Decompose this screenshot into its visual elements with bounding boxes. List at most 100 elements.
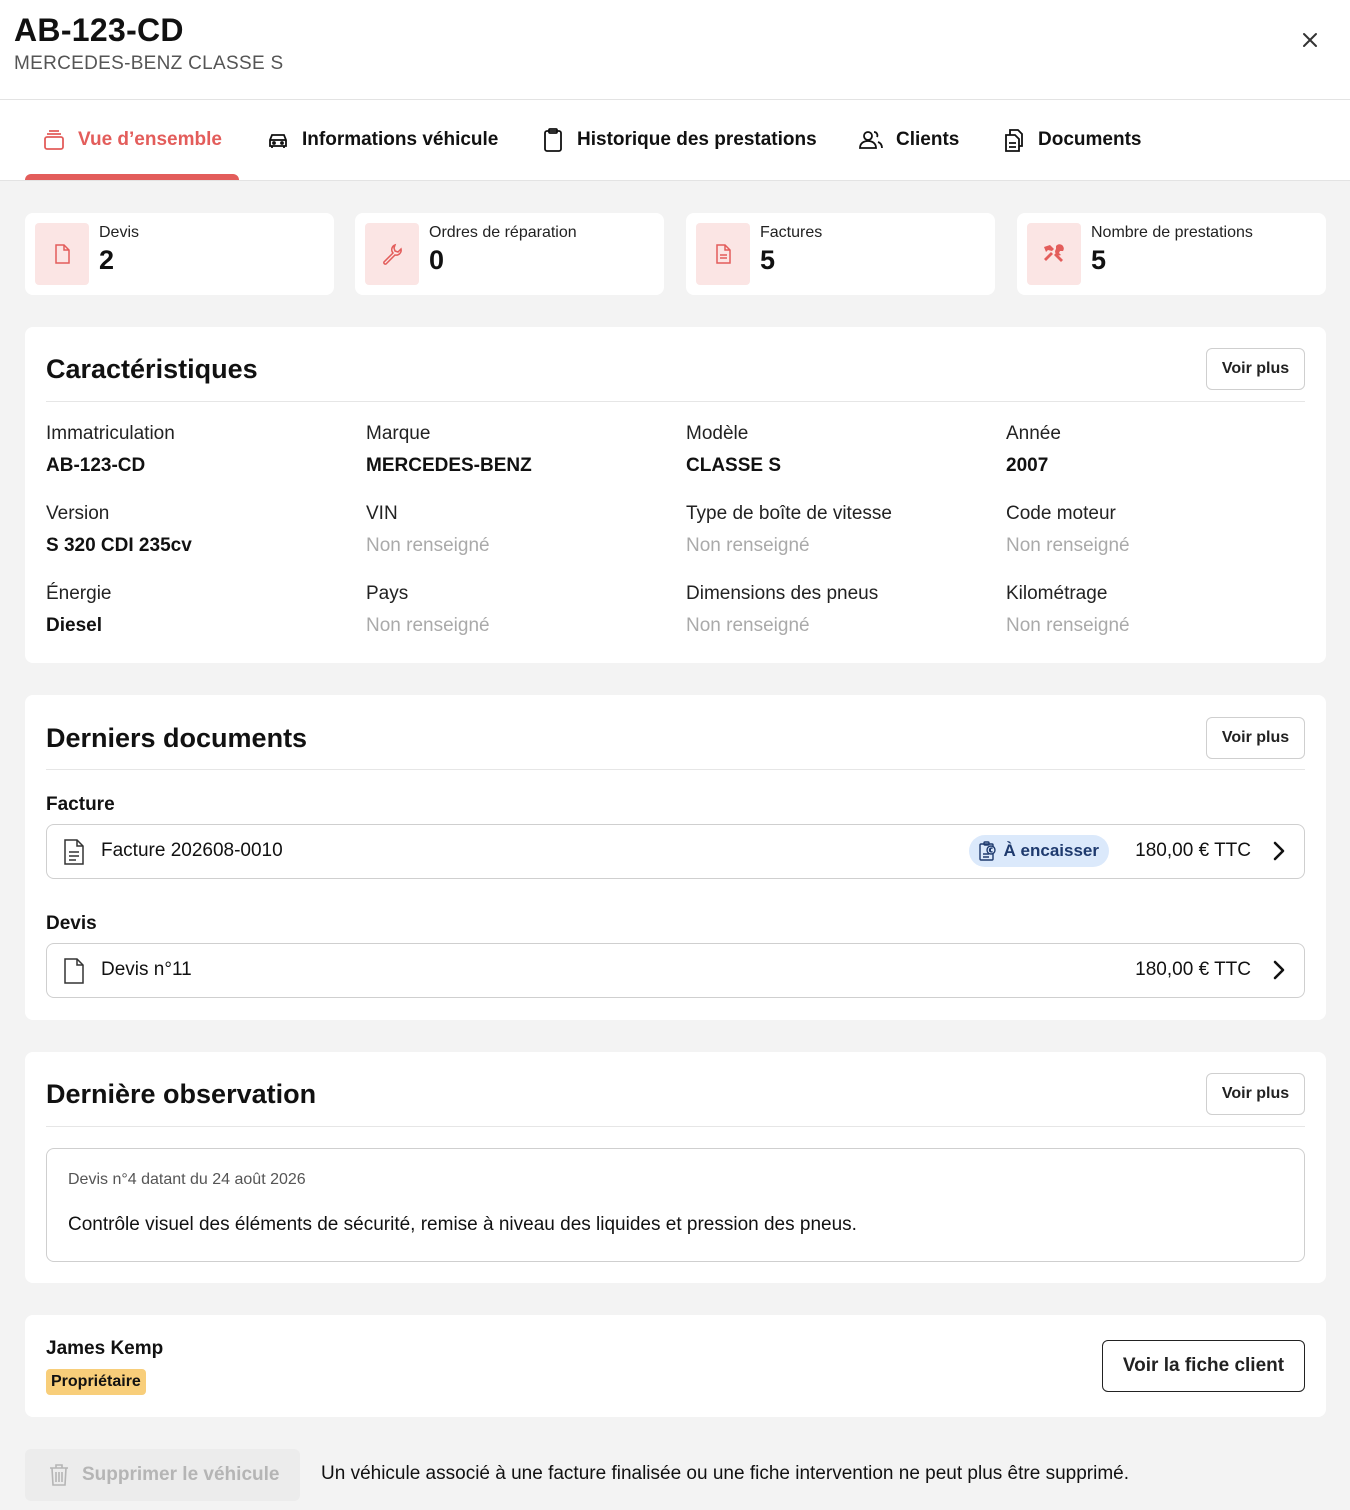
stat-value: 2: [99, 245, 115, 275]
field-label: Kilométrage: [1006, 583, 1108, 604]
field-energy: Énergie Diesel: [46, 583, 346, 637]
field-value: Non renseigné: [1006, 535, 1130, 556]
chevron-right-icon: [1273, 841, 1285, 861]
field-value: S 320 CDI 235cv: [46, 535, 192, 556]
stat-icon-box: [365, 223, 419, 285]
invoice-section-label: Facture: [46, 794, 115, 815]
delete-vehicle-button[interactable]: Supprimer le véhicule: [25, 1449, 300, 1501]
invoice-amount: 180,00 € TTC: [1135, 840, 1251, 861]
tab-vehicle-info[interactable]: Informations véhicule: [266, 100, 498, 180]
observation-more-button[interactable]: Voir plus: [1206, 1073, 1305, 1115]
active-tab-indicator: [25, 174, 239, 180]
status-badge-label: À encaisser: [1003, 841, 1099, 860]
field-brand: Marque MERCEDES-BENZ: [366, 423, 666, 477]
field-label: Immatriculation: [46, 423, 175, 444]
stat-label: Devis: [99, 224, 140, 241]
observation-title: Dernière observation: [46, 1079, 317, 1109]
quote-name: Devis n°11: [101, 959, 192, 980]
payment-pending-icon: [978, 841, 996, 861]
stat-label: Factures: [760, 224, 823, 241]
field-value: Diesel: [46, 615, 102, 636]
stat-card-services: Nombre de prestations 5: [1017, 213, 1326, 295]
field-value: Non renseigné: [1006, 615, 1130, 636]
stat-card-repair-orders: Ordres de réparation 0: [355, 213, 664, 295]
stat-value: 0: [429, 245, 445, 275]
tools-icon: [1044, 244, 1064, 262]
close-button[interactable]: [1296, 26, 1324, 54]
client-card: James Kemp Propriétaire Voir la fiche cl…: [25, 1315, 1326, 1417]
tab-clients[interactable]: Clients: [858, 100, 959, 180]
invoice-name: Facture 202608-0010: [101, 840, 283, 861]
field-label: Pays: [366, 583, 409, 604]
documents-icon: [1005, 129, 1023, 152]
chevron-right-icon: [1273, 960, 1285, 980]
field-vin: VIN Non renseigné: [366, 503, 666, 557]
view-client-button[interactable]: Voir la fiche client: [1102, 1340, 1305, 1392]
divider: [46, 401, 1305, 402]
quote-section-label: Devis: [46, 913, 97, 934]
field-year: Année 2007: [1006, 423, 1306, 477]
close-icon: [1303, 33, 1317, 47]
stat-icon-box: [35, 223, 89, 285]
observation-text: Contrôle visuel des éléments de sécurité…: [68, 1214, 857, 1235]
stat-card-quotes: Devis 2: [25, 213, 334, 295]
status-badge: À encaisser: [968, 835, 1109, 867]
divider: [46, 769, 1305, 770]
field-value: Non renseigné: [366, 615, 490, 636]
field-mileage: Kilométrage Non renseigné: [1006, 583, 1306, 637]
field-country: Pays Non renseigné: [366, 583, 666, 637]
delete-vehicle-label: Supprimer le véhicule: [82, 1464, 280, 1485]
observation-box: Devis n°4 datant du 24 août 2026 Contrôl…: [46, 1148, 1305, 1262]
tab-documents[interactable]: Documents: [1002, 100, 1141, 180]
invoice-icon: [716, 244, 731, 264]
documents-title: Derniers documents: [46, 723, 308, 753]
stat-value: 5: [1091, 245, 1107, 275]
owner-badge: Propriétaire: [46, 1369, 146, 1395]
field-model: Modèle CLASSE S: [686, 423, 986, 477]
invoice-file-icon: [64, 839, 84, 865]
car-icon: [269, 134, 287, 148]
field-engine-code: Code moteur Non renseigné: [1006, 503, 1306, 557]
field-label: Version: [46, 503, 110, 524]
characteristics-more-button[interactable]: Voir plus: [1206, 348, 1305, 390]
tab-history[interactable]: Historique des prestations: [541, 100, 817, 180]
field-value: MERCEDES-BENZ: [366, 455, 532, 476]
stat-value: 5: [760, 245, 776, 275]
field-label: Modèle: [686, 423, 749, 444]
tab-history-label: Historique des prestations: [577, 129, 817, 150]
tab-overview-label: Vue d’ensemble: [78, 129, 222, 150]
vehicle-plate: AB-123-CD: [14, 12, 184, 48]
field-tire-size: Dimensions des pneus Non renseigné: [686, 583, 986, 637]
field-label: Dimensions des pneus: [686, 583, 879, 604]
field-version: Version S 320 CDI 235cv: [46, 503, 346, 557]
characteristics-card: Caractéristiques Voir plus Immatriculati…: [25, 327, 1326, 663]
quote-row[interactable]: Devis n°11 180,00 € TTC: [46, 943, 1305, 998]
tab-overview[interactable]: Vue d’ensemble: [42, 100, 222, 180]
field-registration: Immatriculation AB-123-CD: [46, 423, 346, 477]
observation-card: Dernière observation Voir plus Devis n°4…: [25, 1052, 1326, 1283]
invoice-row[interactable]: Facture 202608-0010 À encaisser 180,00 €…: [46, 824, 1305, 879]
observation-meta: Devis n°4 datant du 24 août 2026: [68, 1171, 306, 1188]
field-value: AB-123-CD: [46, 455, 146, 476]
file-icon: [55, 244, 70, 264]
tab-documents-label: Documents: [1038, 129, 1142, 150]
field-value: 2007: [1006, 455, 1049, 476]
vehicle-header: AB-123-CD MERCEDES-BENZ CLASSE S: [0, 0, 1350, 100]
stat-card-invoices: Factures 5: [686, 213, 995, 295]
tab-clients-label: Clients: [896, 129, 960, 150]
documents-more-button[interactable]: Voir plus: [1206, 717, 1305, 759]
tab-vehicle-info-label: Informations véhicule: [302, 129, 499, 150]
field-label: Année: [1006, 423, 1061, 444]
stat-icon-box: [696, 223, 750, 285]
field-value: Non renseigné: [686, 535, 810, 556]
field-value: Non renseigné: [366, 535, 490, 556]
field-label: Type de boîte de vitesse: [686, 503, 892, 524]
field-label: Marque: [366, 423, 431, 444]
field-value: CLASSE S: [686, 455, 782, 476]
quote-file-icon: [64, 958, 84, 984]
field-label: Énergie: [46, 583, 112, 604]
delete-note: Un véhicule associé à une facture finali…: [321, 1463, 1129, 1484]
stat-icon-box: [1027, 223, 1081, 285]
stat-label: Ordres de réparation: [429, 224, 577, 241]
layers-icon: [44, 130, 64, 150]
